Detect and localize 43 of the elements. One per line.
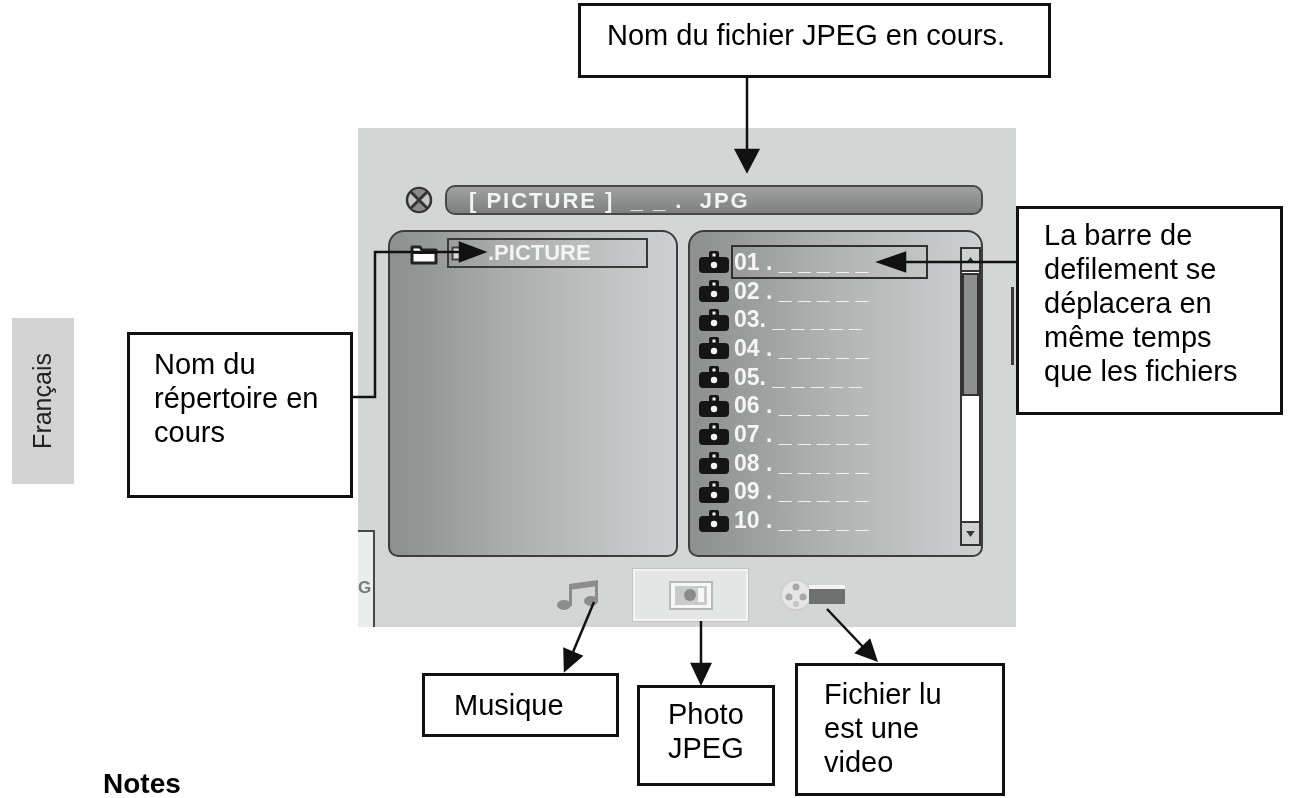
callout-arrow <box>690 621 712 686</box>
file-item[interactable]: 07 . _ _ _ _ _ <box>731 420 871 448</box>
annotation-callout: Musique <box>422 673 619 737</box>
edge-text: G <box>358 579 372 596</box>
camera-icon <box>698 479 730 504</box>
language-label: Français <box>12 318 74 484</box>
annotation-callout: Nom du répertoire en cours <box>127 332 353 498</box>
callout-arrow <box>826 608 878 663</box>
annotation-callout: Nom du fichier JPEG en cours. <box>578 3 1051 78</box>
camera-icon <box>698 307 730 332</box>
file-item[interactable]: 05. _ _ _ _ _ <box>731 363 864 391</box>
camera-icon <box>698 279 730 304</box>
mode-tab[interactable] <box>779 578 848 612</box>
file-item[interactable]: 08 . _ _ _ _ _ <box>731 449 871 477</box>
annotation-callout: Photo JPEG <box>637 685 775 786</box>
scrollbar[interactable] <box>960 247 981 546</box>
scroll-up-button[interactable] <box>962 249 979 272</box>
camera-icon <box>698 250 730 275</box>
file-item[interactable]: 01 . _ _ _ _ _ <box>731 245 928 280</box>
annotation-callout: La barre de defilement se déplacera en même temps que les fichiers <box>1016 206 1283 415</box>
camera-icon <box>698 451 730 476</box>
picture-icon <box>667 579 714 611</box>
cross-circle-icon <box>405 186 433 214</box>
file-item[interactable]: 03. _ _ _ _ _ <box>731 306 864 334</box>
callout-arrow <box>563 601 596 673</box>
file-item[interactable]: 10 . _ _ _ _ _ <box>731 507 871 535</box>
file-item[interactable]: 09 . _ _ _ _ _ <box>731 478 871 506</box>
notes-heading: Notes <box>103 770 181 798</box>
file-item[interactable]: 06 . _ _ _ _ _ <box>731 392 871 420</box>
camera-icon <box>698 508 730 533</box>
file-item[interactable]: 04 . _ _ _ _ _ <box>731 334 871 362</box>
file-name-bar: [ PICTURE ] _ _ . JPG <box>445 185 983 215</box>
file-item[interactable]: 02 . _ _ _ _ _ <box>731 277 871 305</box>
scroll-down-button[interactable] <box>962 521 979 544</box>
camera-icon <box>698 336 730 361</box>
camera-icon <box>698 422 730 447</box>
down-triangle-icon <box>966 530 975 537</box>
film-reel-camera-icon <box>779 578 848 612</box>
annotation-callout: Fichier lu est une video <box>795 663 1005 796</box>
scrollbar-thumb[interactable] <box>962 273 979 396</box>
up-triangle-icon <box>966 256 975 263</box>
camera-icon <box>698 393 730 418</box>
camera-icon <box>698 365 730 390</box>
